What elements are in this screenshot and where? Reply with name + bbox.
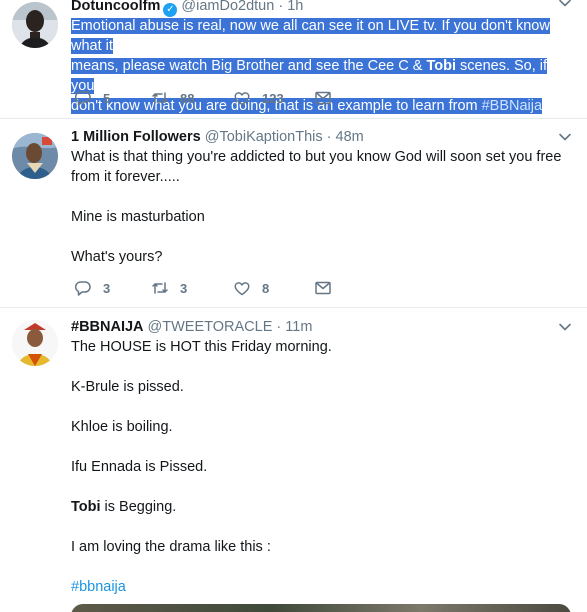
tweet-paragraph: Ifu Ennada is Pissed. — [71, 459, 208, 475]
avatar[interactable] — [12, 2, 58, 48]
tweet-text-line: means, please watch Big Brother and see … — [71, 58, 427, 74]
tweet-bbnaija[interactable]: #BBNAIJA @TWEETORACLE · 11m The HOUSE is… — [0, 308, 587, 612]
tweet-media-image[interactable] — [71, 604, 571, 612]
direct-message-button[interactable] — [314, 279, 343, 297]
like-button[interactable]: 8 — [233, 279, 269, 297]
chevron-down-icon[interactable] — [557, 129, 573, 145]
reply-button[interactable]: 5 — [74, 89, 110, 107]
retweet-icon — [152, 92, 168, 104]
like-icon — [234, 92, 250, 106]
timestamp[interactable]: · 1h — [278, 0, 303, 14]
message-icon — [315, 91, 331, 105]
tweet-dotuncoolfm[interactable]: Dotuncoolfm ✓ @iamDo2dtun · 1h Emotional a… — [0, 0, 587, 119]
like-icon — [234, 282, 250, 296]
retweet-button[interactable]: 88 — [151, 89, 194, 107]
tweet-text-line: is Begging. — [100, 499, 177, 515]
display-name[interactable]: Dotuncoolfm — [71, 0, 160, 14]
verified-icon: ✓ — [163, 3, 178, 17]
reply-count: 5 — [103, 90, 111, 106]
tweet-paragraph: Khloe is boiling. — [71, 419, 173, 435]
retweet-count: 88 — [180, 90, 195, 106]
handle[interactable]: @iamDo2dtun — [181, 0, 274, 14]
tweet-paragraph: The HOUSE is HOT this Friday morning. — [71, 339, 332, 355]
handle[interactable]: @TobiKaptionThis — [205, 129, 323, 145]
retweet-button[interactable]: 3 — [151, 279, 187, 297]
tweet-text: The HOUSE is HOT this Friday morning. K-… — [71, 337, 571, 597]
tweet-paragraph: Mine is masturbation — [71, 209, 205, 225]
retweet-count: 3 — [180, 280, 188, 296]
tweet-paragraph: K-Brule is pissed. — [71, 379, 184, 395]
direct-message-button[interactable] — [314, 89, 343, 107]
reply-icon — [74, 281, 91, 296]
tweet-header: #BBNAIJA @TWEETORACLE · 11m — [71, 318, 312, 336]
tweet-text-bold: Tobi — [71, 499, 101, 515]
like-button[interactable]: 123 — [233, 89, 284, 107]
display-name[interactable]: 1 Million Followers — [71, 129, 201, 145]
reply-count: 3 — [103, 280, 111, 296]
reply-button[interactable]: 3 — [74, 279, 110, 297]
avatar[interactable] — [12, 133, 58, 179]
display-name[interactable]: #BBNAIJA — [71, 319, 144, 335]
handle[interactable]: @TWEETORACLE — [148, 319, 273, 335]
tweet-paragraph: from it forever..... — [71, 169, 180, 185]
tweet-header: 1 Million Followers @TobiKaptionThis · 4… — [71, 128, 364, 146]
tweet-1millionfollowers[interactable]: 1 Million Followers @TobiKaptionThis · 4… — [0, 119, 587, 308]
chevron-down-icon[interactable] — [557, 319, 573, 335]
avatar[interactable] — [12, 320, 58, 366]
tweet-actions: 5 88 123 — [74, 89, 374, 109]
hashtag-link[interactable]: #BBNaija — [482, 98, 542, 114]
tweet-actions: 3 3 8 — [74, 279, 374, 299]
timestamp[interactable]: · 48m — [327, 129, 364, 145]
message-icon — [315, 281, 331, 295]
tweet-paragraph: What is that thing you're addicted to bu… — [71, 149, 562, 165]
retweet-icon — [152, 282, 168, 294]
tweet-paragraph: What's yours? — [71, 249, 163, 265]
tweet-text-line: Emotional abuse is real, now we all can … — [71, 18, 550, 54]
chevron-down-icon[interactable] — [557, 0, 573, 11]
tweet-text-bold: Tobi — [426, 58, 456, 74]
tweet-paragraph: Tobi is Begging. — [71, 497, 571, 517]
like-count: 123 — [262, 90, 284, 106]
tweet-paragraph: I am loving the drama like this : — [71, 539, 271, 555]
like-count: 8 — [262, 280, 270, 296]
timestamp[interactable]: · 11m — [276, 319, 312, 335]
tweet-header: Dotuncoolfm ✓ @iamDo2dtun · 1h — [71, 0, 303, 17]
tweet-text: What is that thing you're addicted to bu… — [71, 147, 571, 267]
hashtag-link[interactable]: #bbnaija — [71, 579, 126, 595]
reply-icon — [74, 91, 91, 106]
